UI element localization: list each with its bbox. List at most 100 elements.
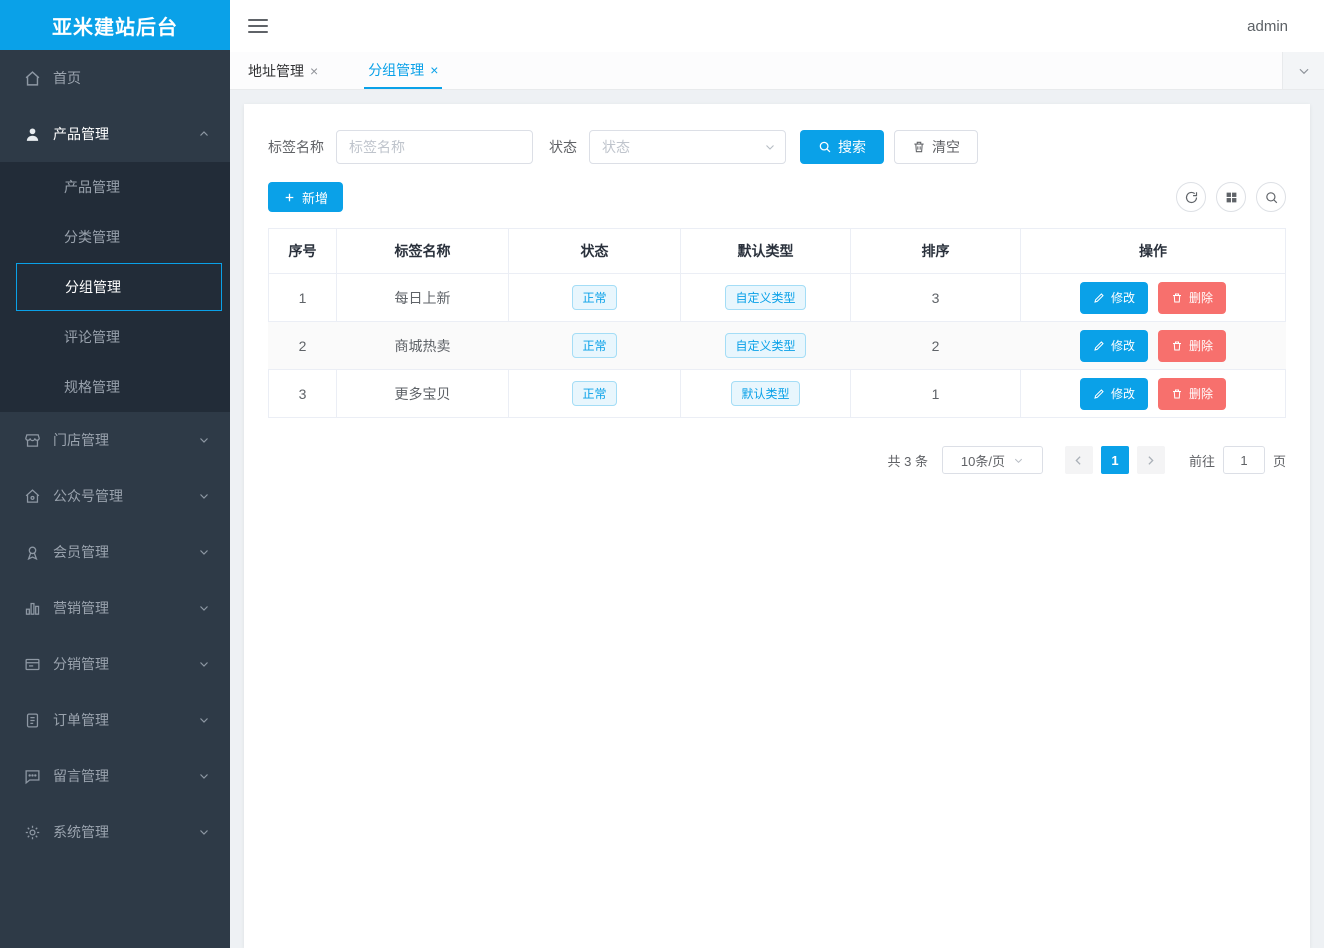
trash-icon	[1171, 292, 1183, 304]
goto-page-input[interactable]	[1223, 446, 1265, 474]
plus-icon	[283, 191, 296, 204]
cell-name: 商城热卖	[337, 322, 509, 370]
chevron-up-icon	[198, 128, 210, 140]
sidebar-subitem-comment-manage[interactable]: 评论管理	[0, 312, 230, 362]
sidebar-item-official-account[interactable]: 公众号管理	[0, 468, 230, 524]
home-icon	[24, 70, 41, 87]
page-size-select[interactable]: 10条/页	[942, 446, 1043, 474]
edit-button[interactable]: 修改	[1080, 282, 1148, 314]
table-tools	[1176, 182, 1286, 212]
status-badge: 正常	[572, 381, 616, 406]
clear-button-label: 清空	[932, 137, 960, 157]
sidebar-item-order[interactable]: 订单管理	[0, 692, 230, 748]
tab-label: 地址管理	[248, 61, 304, 81]
sidebar-subitem-category-manage[interactable]: 分类管理	[0, 212, 230, 262]
sidebar-item-label: 首页	[53, 68, 81, 88]
tab-label: 分组管理	[368, 60, 424, 80]
col-header-status: 状态	[509, 229, 681, 274]
sidebar-item-label: 订单管理	[53, 710, 109, 730]
status-badge: 正常	[572, 333, 616, 358]
sidebar-subitem-group-manage[interactable]: 分组管理	[16, 263, 222, 311]
content-card: 标签名称 状态 状态 搜索	[244, 104, 1310, 948]
main-area: admin 地址管理 × 分组管理 × 标签名称 状态 状态	[230, 0, 1324, 948]
app-logo-title: 亚米建站后台	[0, 0, 230, 50]
sidebar-item-store[interactable]: 门店管理	[0, 412, 230, 468]
add-button[interactable]: 新增	[268, 182, 343, 212]
table-row: 3 更多宝贝 正常 默认类型 1 修改 删除	[269, 370, 1286, 418]
cell-index: 3	[269, 370, 337, 418]
hamburger-icon[interactable]	[248, 19, 268, 33]
delete-button[interactable]: 删除	[1158, 378, 1226, 410]
groups-table: 序号 标签名称 状态 默认类型 排序 操作 1 每日上新 正常 自定义类型 3	[268, 228, 1286, 418]
trash-icon	[912, 140, 926, 154]
tab-address-manage[interactable]: 地址管理 ×	[244, 52, 322, 89]
chevron-down-icon	[198, 658, 210, 670]
status-badge: 正常	[572, 285, 616, 310]
goto-label: 前往	[1189, 451, 1215, 470]
sidebar-item-marketing[interactable]: 营销管理	[0, 580, 230, 636]
sidebar-item-label: 产品管理	[53, 124, 109, 144]
col-header-index: 序号	[269, 229, 337, 274]
col-header-actions: 操作	[1021, 229, 1286, 274]
pagination: 共 3 条 10条/页 1 前	[268, 446, 1286, 474]
edit-button[interactable]: 修改	[1080, 330, 1148, 362]
sidebar-item-product[interactable]: 产品管理	[0, 106, 230, 162]
sidebar-item-label: 公众号管理	[53, 486, 123, 506]
type-badge: 自定义类型	[725, 285, 805, 310]
sidebar-item-system[interactable]: 系统管理	[0, 804, 230, 860]
chevron-right-icon	[1144, 454, 1157, 467]
sidebar-subitem-product-manage[interactable]: 产品管理	[0, 162, 230, 212]
sidebar-item-home[interactable]: 首页	[0, 50, 230, 106]
table-row: 2 商城热卖 正常 自定义类型 2 修改 删除	[269, 322, 1286, 370]
sidebar-item-message[interactable]: 留言管理	[0, 748, 230, 804]
trash-icon	[1171, 388, 1183, 400]
delete-button[interactable]: 删除	[1158, 330, 1226, 362]
user-menu[interactable]: admin	[1247, 18, 1288, 35]
select-placeholder: 状态	[602, 137, 630, 157]
delete-button[interactable]: 删除	[1158, 282, 1226, 314]
next-page-button[interactable]	[1137, 446, 1165, 474]
sidebar-item-label: 系统管理	[53, 822, 109, 842]
close-icon[interactable]: ×	[430, 62, 438, 78]
col-header-sort: 排序	[851, 229, 1021, 274]
content-area: 标签名称 状态 状态 搜索	[230, 90, 1324, 948]
magnifier-icon	[1264, 190, 1279, 205]
cell-name: 更多宝贝	[337, 370, 509, 418]
cell-name: 每日上新	[337, 274, 509, 322]
sidebar-item-distribution[interactable]: 分销管理	[0, 636, 230, 692]
tab-group-manage[interactable]: 分组管理 ×	[364, 52, 442, 89]
chevron-left-icon	[1072, 454, 1085, 467]
col-header-name: 标签名称	[337, 229, 509, 274]
page-number-button[interactable]: 1	[1101, 446, 1129, 474]
chevron-down-icon	[1013, 455, 1024, 466]
sidebar-item-label: 营销管理	[53, 598, 109, 618]
tab-bar: 地址管理 × 分组管理 ×	[230, 52, 1324, 90]
trash-icon	[1171, 340, 1183, 352]
status-filter-select[interactable]: 状态	[589, 130, 786, 164]
name-filter-input[interactable]	[336, 130, 533, 164]
filter-form: 标签名称 状态 状态 搜索	[268, 130, 1286, 164]
gear-icon	[24, 824, 41, 841]
sidebar-subitem-spec-manage[interactable]: 规格管理	[0, 362, 230, 412]
top-header: admin	[230, 0, 1324, 52]
chevron-down-icon	[198, 826, 210, 838]
chevron-down-icon	[198, 434, 210, 446]
search-icon	[818, 140, 832, 154]
refresh-button[interactable]	[1176, 182, 1206, 212]
search-button[interactable]: 搜索	[800, 130, 884, 164]
prev-page-button[interactable]	[1065, 446, 1093, 474]
clear-button[interactable]: 清空	[894, 130, 978, 164]
edit-button[interactable]: 修改	[1080, 378, 1148, 410]
tabs-dropdown-button[interactable]	[1282, 52, 1324, 89]
add-button-label: 新增	[302, 188, 328, 207]
table-header-row: 序号 标签名称 状态 默认类型 排序 操作	[269, 229, 1286, 274]
sidebar-item-member[interactable]: 会员管理	[0, 524, 230, 580]
column-settings-button[interactable]	[1216, 182, 1246, 212]
sidebar: 亚米建站后台 首页 产品管理 产品管理 分类管理 分组管理 评论管理 规格管理 …	[0, 0, 230, 948]
type-badge: 默认类型	[731, 381, 799, 406]
table-row: 1 每日上新 正常 自定义类型 3 修改 删除	[269, 274, 1286, 322]
zoom-search-button[interactable]	[1256, 182, 1286, 212]
chevron-down-icon	[198, 546, 210, 558]
close-icon[interactable]: ×	[310, 63, 318, 79]
status-filter-label: 状态	[549, 137, 577, 157]
